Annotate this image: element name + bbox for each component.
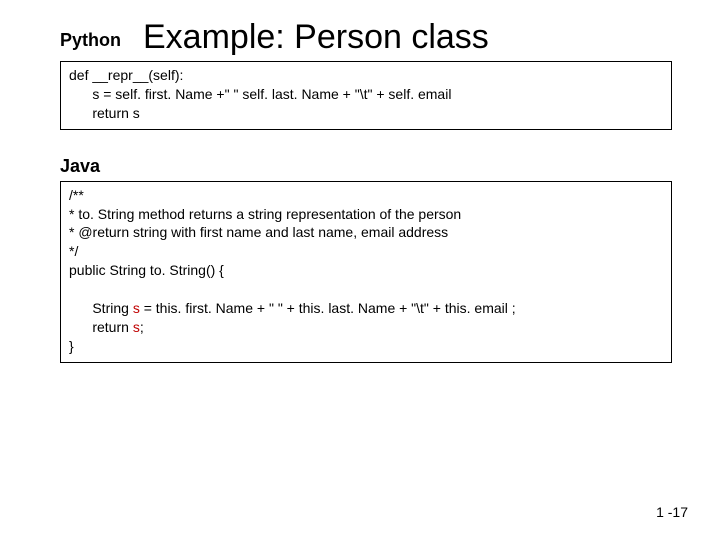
code-line: }: [69, 338, 74, 354]
slide: Python Example: Person class def __repr_…: [0, 0, 720, 540]
code-line: * to. String method returns a string rep…: [69, 206, 461, 222]
page-number: 1 -17: [656, 504, 688, 520]
code-line: public String to. String() {: [69, 262, 224, 278]
code-line: /**: [69, 187, 84, 203]
java-code-box: /** * to. String method returns a string…: [60, 181, 672, 363]
code-line: * @return string with first name and las…: [69, 224, 448, 240]
java-label: Java: [60, 156, 720, 177]
variable-s: s: [133, 319, 140, 335]
code-line: */: [69, 243, 78, 259]
code-line: def __repr__(self):: [69, 67, 183, 83]
header-row: Python Example: Person class: [0, 0, 720, 57]
slide-title: Example: Person class: [143, 18, 489, 57]
variable-s: s: [133, 300, 140, 316]
code-line: String s = this. first. Name + " " + thi…: [69, 300, 516, 316]
python-code-box: def __repr__(self): s = self. first. Nam…: [60, 61, 672, 130]
code-line: return s;: [69, 319, 144, 335]
code-line: return s: [69, 105, 140, 121]
code-line: s = self. first. Name +" " self. last. N…: [69, 86, 451, 102]
python-label: Python: [60, 30, 121, 57]
